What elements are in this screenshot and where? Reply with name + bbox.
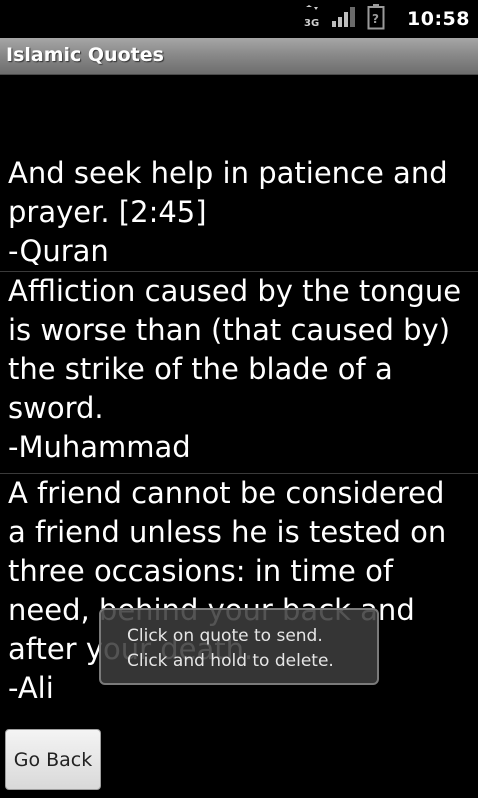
svg-text:?: ? xyxy=(372,12,379,26)
title-bar: Islamic Quotes xyxy=(0,38,478,75)
quote-text: And seek help in patience and prayer. [2… xyxy=(8,156,448,229)
quote-text: Affliction caused by the tongue is worse… xyxy=(8,274,462,425)
toast-line-send: Click on quote to send. xyxy=(127,626,323,646)
quote-author: -Quran xyxy=(8,234,109,268)
go-back-button[interactable]: Go Back xyxy=(5,729,101,790)
network-3g-icon: 3G xyxy=(303,5,321,33)
toast-line-delete: Click and hold to delete. xyxy=(127,651,334,671)
status-bar: 3G ? 10:58 xyxy=(0,0,478,38)
quote-item[interactable]: Affliction caused by the tongue is worse… xyxy=(0,272,478,474)
quote-item[interactable]: And seek help in patience and prayer. [2… xyxy=(0,154,478,272)
app-title: Islamic Quotes xyxy=(6,44,164,66)
toast-message: Click on quote to send. Click and hold t… xyxy=(99,608,379,685)
status-time: 10:58 xyxy=(407,8,470,30)
app-screen: 3G ? 10:58 Islamic Quotes And seek help … xyxy=(0,0,478,798)
quote-author: -Muhammad xyxy=(8,430,191,464)
battery-unknown-icon: ? xyxy=(367,4,385,34)
status-icons: 3G ? 10:58 xyxy=(303,0,470,38)
signal-strength-icon xyxy=(331,6,357,32)
network-type-label: 3G xyxy=(304,18,319,29)
